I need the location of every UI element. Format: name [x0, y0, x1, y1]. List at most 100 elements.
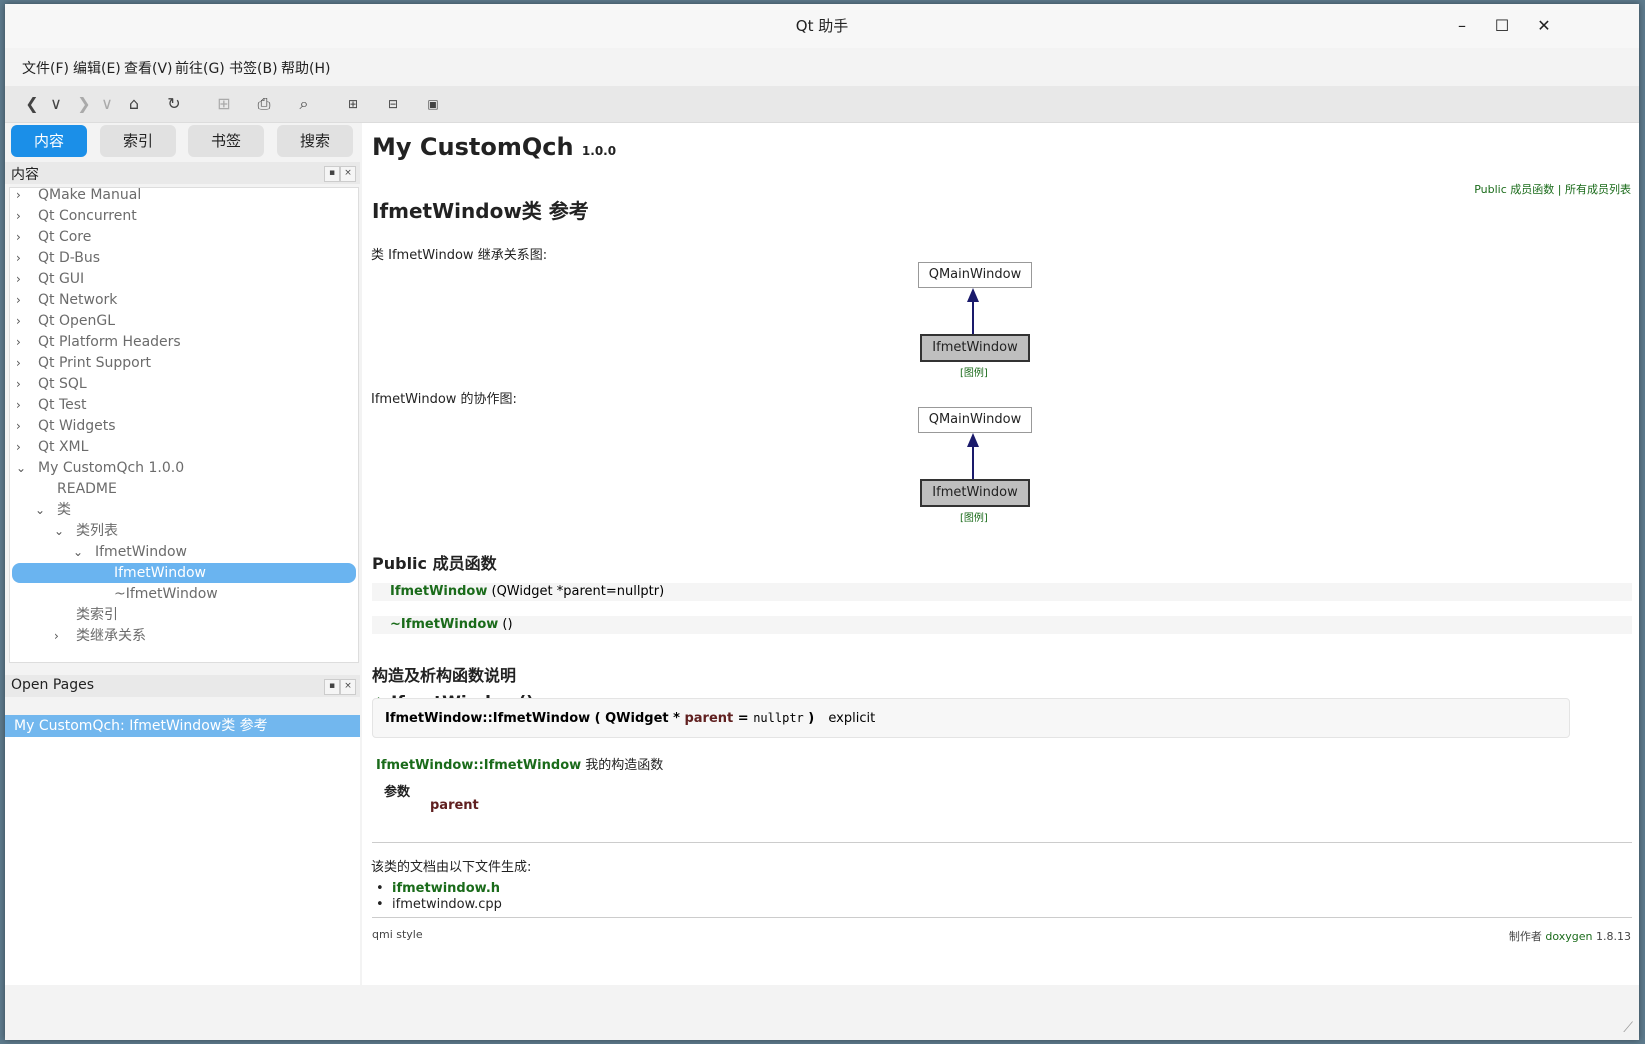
member-link[interactable]: ~IfmetWindow — [390, 617, 498, 632]
back-menu-icon[interactable]: ∨ — [43, 92, 69, 116]
find-icon[interactable]: ⌕ — [291, 92, 317, 116]
tree-item[interactable]: 类索引 — [10, 604, 358, 626]
menu-file[interactable]: 文件(F) — [22, 58, 69, 78]
expand-arrow-icon[interactable]: › — [16, 373, 28, 395]
tree-item-label: Qt XML — [38, 439, 89, 455]
collab-legend-link[interactable]: [图例] — [960, 509, 988, 524]
expand-arrow-icon[interactable]: › — [16, 188, 28, 206]
collapse-arrow-icon[interactable]: ⌄ — [54, 520, 66, 542]
project-title: My CustomQch 1.0.0 — [372, 133, 616, 161]
sig-name: IfmetWindow::IfmetWindow ( QWidget * — [385, 711, 685, 726]
contents-tree[interactable]: › QMake Manual › Qt Concurrent › Qt Core › Qt D… — [9, 187, 359, 663]
file-name: ifmetwindow.cpp — [392, 897, 502, 912]
collab-caption: IfmetWindow 的协作图: — [371, 392, 517, 407]
dock-close-button[interactable]: × — [340, 166, 356, 182]
tree-item[interactable]: › Qt Network — [10, 289, 358, 311]
footer-credit: 制作者 doxygen 1.8.13 — [1509, 928, 1631, 944]
zoom-out-icon[interactable]: ⊟ — [380, 92, 406, 116]
ctor-description-link[interactable]: IfmetWindow::IfmetWindow — [376, 758, 581, 773]
menu-view[interactable]: 查看(V) — [124, 58, 173, 78]
file-link[interactable]: ifmetwindow.h — [392, 881, 500, 896]
reset-zoom-icon[interactable]: ▣ — [420, 92, 446, 116]
dock-close-button[interactable]: × — [340, 679, 356, 695]
tree-item[interactable]: › 类继承关系 — [10, 625, 358, 647]
tree-item[interactable]: › Qt Test — [10, 394, 358, 416]
reload-icon[interactable]: ↻ — [161, 92, 187, 116]
tree-item[interactable]: › Qt GUI — [10, 268, 358, 290]
tree-item[interactable]: › Qt Core — [10, 226, 358, 248]
expand-arrow-icon[interactable]: › — [16, 247, 28, 269]
collapse-arrow-icon[interactable]: ⌄ — [35, 499, 47, 521]
tab-search[interactable]: 搜索 — [277, 125, 353, 157]
expand-arrow-icon[interactable]: › — [16, 331, 28, 353]
diagram-parent-node[interactable]: QMainWindow — [918, 262, 1032, 288]
resize-grip-icon[interactable]: ⟋ — [1623, 1020, 1633, 1036]
class-title: IfmetWindow类 参考 — [372, 199, 589, 223]
minimize-button[interactable]: – — [1447, 12, 1477, 40]
tab-index[interactable]: 索引 — [100, 125, 176, 157]
expand-arrow-icon[interactable]: › — [16, 205, 28, 227]
menu-edit[interactable]: 编辑(E) — [73, 58, 121, 78]
tree-item-label: Qt Widgets — [38, 418, 116, 434]
home-icon[interactable]: ⌂ — [121, 92, 147, 116]
collapse-arrow-icon[interactable]: ⌄ — [16, 457, 28, 479]
tree-item[interactable]: › QMake Manual — [10, 187, 358, 206]
sig-close: ) — [803, 711, 815, 726]
tree-item-label: 类 — [57, 502, 71, 518]
diagram-legend-link[interactable]: [图例] — [960, 364, 988, 379]
forward-menu-icon[interactable]: ∨ — [94, 92, 120, 116]
expand-arrow-icon[interactable]: › — [16, 394, 28, 416]
footer-style: qmi style — [372, 928, 423, 941]
print-icon[interactable]: ⎙ — [251, 92, 277, 116]
tree-item[interactable]: README — [10, 478, 358, 500]
tree-item[interactable]: › Qt OpenGL — [10, 310, 358, 332]
tree-item[interactable]: › Qt Widgets — [10, 415, 358, 437]
open-page-item[interactable]: My CustomQch: IfmetWindow类 参考 — [5, 715, 360, 737]
tab-bookmarks[interactable]: 书签 — [188, 125, 264, 157]
menu-help[interactable]: 帮助(H) — [281, 58, 330, 78]
open-pages-dock-title: Open Pages — [11, 677, 95, 693]
tree-item[interactable]: ~IfmetWindow — [10, 583, 358, 605]
tree-item[interactable]: › Qt Concurrent — [10, 205, 358, 227]
back-icon[interactable]: ❮ — [19, 92, 45, 116]
tree-item-label: Qt Print Support — [38, 355, 151, 371]
doxygen-link[interactable]: doxygen — [1545, 930, 1592, 943]
tree-item[interactable]: ⌄ IfmetWindow — [10, 541, 358, 563]
public-members-heading: Public 成员函数 — [372, 554, 497, 573]
expand-arrow-icon[interactable]: › — [16, 268, 28, 290]
dock-float-button[interactable]: ▪ — [324, 679, 340, 695]
expand-arrow-icon[interactable]: › — [54, 625, 66, 647]
menu-bookmarks[interactable]: 书签(B) — [229, 58, 278, 78]
tree-item-label: Qt Core — [38, 229, 92, 245]
tree-item[interactable]: IfmetWindow — [10, 562, 358, 584]
expand-arrow-icon[interactable]: › — [16, 226, 28, 248]
tab-contents[interactable]: 内容 — [11, 125, 87, 157]
member-link[interactable]: IfmetWindow — [390, 584, 487, 599]
menu-go[interactable]: 前往(G) — [175, 58, 225, 78]
expand-arrow-icon[interactable]: › — [16, 415, 28, 437]
collab-parent-node[interactable]: QMainWindow — [918, 407, 1032, 433]
tree-item[interactable]: › Qt XML — [10, 436, 358, 458]
bullet-icon: • — [376, 881, 384, 896]
sig-default: nullptr — [753, 711, 804, 725]
tree-item[interactable]: ⌄ 类列表 — [10, 520, 358, 542]
tree-item[interactable]: › Qt D-Bus — [10, 247, 358, 269]
tree-item[interactable]: › Qt Platform Headers — [10, 331, 358, 353]
maximize-button[interactable]: ☐ — [1487, 12, 1517, 40]
expand-arrow-icon[interactable]: › — [16, 436, 28, 458]
close-button[interactable]: ✕ — [1529, 12, 1559, 40]
expand-arrow-icon[interactable]: › — [16, 352, 28, 374]
collapse-arrow-icon[interactable]: ⌄ — [73, 541, 85, 563]
expand-arrow-icon[interactable]: › — [16, 289, 28, 311]
expand-arrow-icon[interactable]: › — [16, 310, 28, 332]
tree-item[interactable]: › Qt Print Support — [10, 352, 358, 374]
public-members-link[interactable]: Public 成员函数 — [1474, 183, 1554, 196]
zoom-in-icon[interactable]: ⊞ — [340, 92, 366, 116]
dock-float-button[interactable]: ▪ — [324, 166, 340, 182]
tree-item[interactable]: ⌄ 类 — [10, 499, 358, 521]
all-members-link[interactable]: 所有成员列表 — [1565, 183, 1631, 196]
tree-item[interactable]: ⌄ My CustomQch 1.0.0 — [10, 457, 358, 479]
add-bookmark-icon[interactable]: ⊞ — [211, 92, 237, 116]
tree-item[interactable]: › Qt SQL — [10, 373, 358, 395]
tree-item-label: QMake Manual — [38, 187, 142, 203]
